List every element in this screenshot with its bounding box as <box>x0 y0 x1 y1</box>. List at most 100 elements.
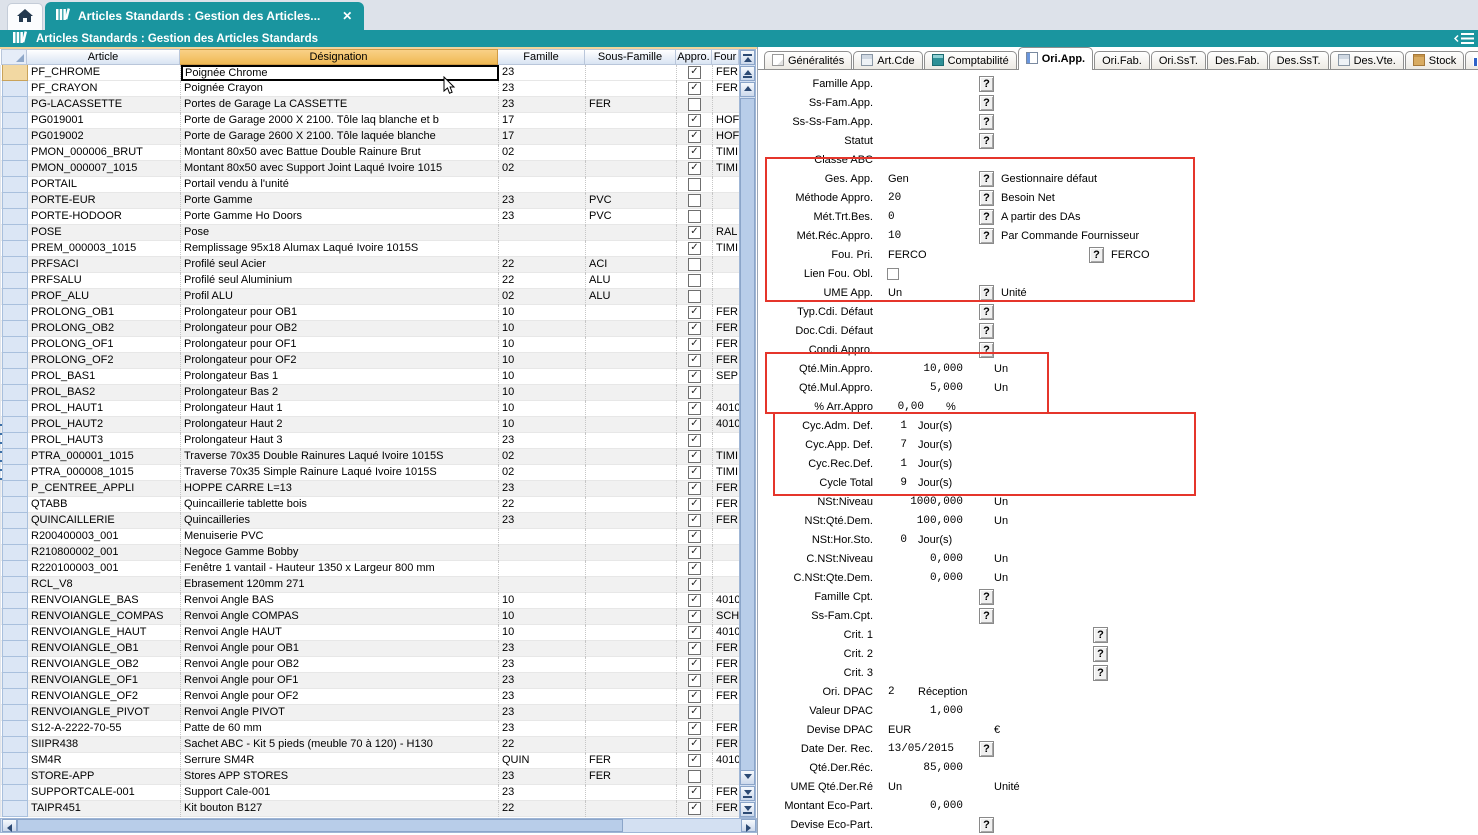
cell-article[interactable]: PG019002 <box>28 129 181 145</box>
cell-fournisseur[interactable]: FER <box>713 785 740 801</box>
cell-sous-famille[interactable] <box>586 113 677 129</box>
menu-icon[interactable] <box>1454 32 1474 48</box>
help-button[interactable]: ? <box>979 589 994 605</box>
help-button[interactable]: ? <box>979 817 994 833</box>
cell-fournisseur[interactable]: TIMI <box>713 449 740 465</box>
appro-checkbox[interactable]: ✓ <box>688 546 701 559</box>
table-row[interactable]: RCL_V8Ebrasement 120mm 271✓ <box>1 577 740 593</box>
tab-ori-sst[interactable]: Ori.SsT. <box>1151 51 1206 70</box>
row-selector[interactable] <box>2 353 28 369</box>
cell-article[interactable]: QUINCAILLERIE <box>28 513 181 529</box>
tab-des-sst[interactable]: Des.SsT. <box>1269 51 1329 70</box>
cell-article[interactable]: RENVOIANGLE_OB1 <box>28 641 181 657</box>
cell-appro[interactable]: ✓ <box>677 641 713 657</box>
cell-designation[interactable]: Prolongateur pour OF2 <box>181 353 499 369</box>
row-selector[interactable] <box>2 801 28 817</box>
cell-famille[interactable]: 23 <box>499 769 586 785</box>
appro-checkbox[interactable]: ✓ <box>688 434 701 447</box>
row-selector[interactable] <box>2 305 28 321</box>
appro-checkbox[interactable]: ✓ <box>688 162 701 175</box>
cell-famille[interactable]: 10 <box>499 353 586 369</box>
table-row[interactable]: PROL_BAS1Prolongateur Bas 110✓SEP <box>1 369 740 385</box>
scroll-left-button[interactable] <box>2 819 17 832</box>
column-header-d-signation[interactable]: Désignation <box>180 49 498 65</box>
cell-designation[interactable]: Renvoi Angle pour OB1 <box>181 641 499 657</box>
field-value[interactable]: 2 <box>888 684 895 700</box>
cell-designation[interactable]: Montant 80x50 avec Support Joint Laqué I… <box>181 161 499 177</box>
cell-article[interactable]: PREM_000003_1015 <box>28 241 181 257</box>
table-row[interactable]: R200400003_001Menuiserie PVC✓ <box>1 529 740 545</box>
cell-article[interactable]: PF_CRAYON <box>28 81 181 97</box>
appro-checkbox[interactable] <box>688 210 701 223</box>
cell-famille[interactable]: 02 <box>499 289 586 305</box>
row-selector[interactable] <box>2 81 28 97</box>
cell-appro[interactable]: ✓ <box>677 529 713 545</box>
row-selector[interactable] <box>2 97 28 113</box>
table-row[interactable]: PROL_BAS2Prolongateur Bas 210✓ <box>1 385 740 401</box>
field-value[interactable]: 0,000 <box>886 551 963 567</box>
cell-designation[interactable]: Remplissage 95x18 Alumax Laqué Ivoire 10… <box>181 241 499 257</box>
cell-sous-famille[interactable]: PVC <box>586 209 677 225</box>
appro-checkbox[interactable]: ✓ <box>688 594 701 607</box>
field-value[interactable]: 0,00 <box>886 399 924 415</box>
table-row[interactable]: SM4RSerrure SM4RQUINFER✓4010 <box>1 753 740 769</box>
cell-article[interactable]: PROL_HAUT1 <box>28 401 181 417</box>
row-selector[interactable] <box>2 529 28 545</box>
cell-sous-famille[interactable] <box>586 545 677 561</box>
cell-fournisseur[interactable]: TIMI <box>713 241 740 257</box>
cell-fournisseur[interactable] <box>713 545 740 561</box>
table-row[interactable]: PORTE-HODOORPorte Gamme Ho Doors23PVC <box>1 209 740 225</box>
column-header-sous-famille[interactable]: Sous-Famille <box>585 49 676 65</box>
cell-sous-famille[interactable] <box>586 225 677 241</box>
appro-checkbox[interactable]: ✓ <box>688 402 701 415</box>
table-row[interactable]: PG019001Porte de Garage 2000 X 2100. Tôl… <box>1 113 740 129</box>
cell-famille[interactable] <box>499 577 586 593</box>
cell-article[interactable]: R210800002_001 <box>28 545 181 561</box>
cell-famille[interactable] <box>499 225 586 241</box>
cell-appro[interactable]: ✓ <box>677 721 713 737</box>
vertical-scrollbar-thumb[interactable] <box>740 98 755 771</box>
cell-sous-famille[interactable] <box>586 353 677 369</box>
cell-designation[interactable]: Profilé seul Aluminium <box>181 273 499 289</box>
row-selector[interactable] <box>2 513 28 529</box>
cell-fournisseur[interactable]: RAL <box>713 225 740 241</box>
help-button[interactable]: ? <box>979 304 994 320</box>
cell-designation[interactable]: Quincailleries <box>181 513 499 529</box>
cell-designation[interactable]: Support Cale-001 <box>181 785 499 801</box>
cell-article[interactable]: PORTE-HODOOR <box>28 209 181 225</box>
cell-famille[interactable]: 10 <box>499 401 586 417</box>
cell-fournisseur[interactable] <box>713 177 740 193</box>
cell-appro[interactable]: ✓ <box>677 561 713 577</box>
table-row[interactable]: RENVOIANGLE_OF1Renvoi Angle pour OF123✓F… <box>1 673 740 689</box>
row-selector[interactable] <box>2 177 28 193</box>
cell-designation[interactable]: Pose <box>181 225 499 241</box>
cell-designation[interactable]: Renvoi Angle HAUT <box>181 625 499 641</box>
row-selector[interactable] <box>2 689 28 705</box>
table-row[interactable]: PROLONG_OF1Prolongateur pour OF110✓FER <box>1 337 740 353</box>
cell-fournisseur[interactable] <box>713 769 740 785</box>
appro-checkbox[interactable]: ✓ <box>688 354 701 367</box>
table-row[interactable]: SIIPR438Sachet ABC - Kit 5 pieds (meuble… <box>1 737 740 753</box>
row-selector[interactable] <box>2 145 28 161</box>
appro-checkbox[interactable] <box>688 770 701 783</box>
table-row[interactable]: RENVOIANGLE_HAUTRenvoi Angle HAUT10✓4010 <box>1 625 740 641</box>
cell-appro[interactable]: ✓ <box>677 305 713 321</box>
appro-checkbox[interactable]: ✓ <box>688 706 701 719</box>
cell-article[interactable]: P_CENTREE_APPLI <box>28 481 181 497</box>
row-selector[interactable] <box>2 737 28 753</box>
cell-fournisseur[interactable]: HOF <box>713 113 740 129</box>
table-row[interactable]: RENVOIANGLE_COMPASRenvoi Angle COMPAS10✓… <box>1 609 740 625</box>
cell-appro[interactable]: ✓ <box>677 593 713 609</box>
field-value[interactable]: 20 <box>888 190 901 206</box>
cell-article[interactable]: PTRA_000008_1015 <box>28 465 181 481</box>
cell-article[interactable]: PROL_BAS1 <box>28 369 181 385</box>
table-row[interactable]: RENVOIANGLE_OB1Renvoi Angle pour OB123✓F… <box>1 641 740 657</box>
tab-des-fab[interactable]: Des.Fab. <box>1207 51 1268 70</box>
cell-designation[interactable]: Renvoi Angle PIVOT <box>181 705 499 721</box>
appro-checkbox[interactable]: ✓ <box>688 306 701 319</box>
cell-sous-famille[interactable] <box>586 609 677 625</box>
cell-sous-famille[interactable] <box>586 465 677 481</box>
cell-fournisseur[interactable]: FER <box>713 641 740 657</box>
cell-appro[interactable]: ✓ <box>677 497 713 513</box>
field-value[interactable]: 0 <box>886 532 907 548</box>
